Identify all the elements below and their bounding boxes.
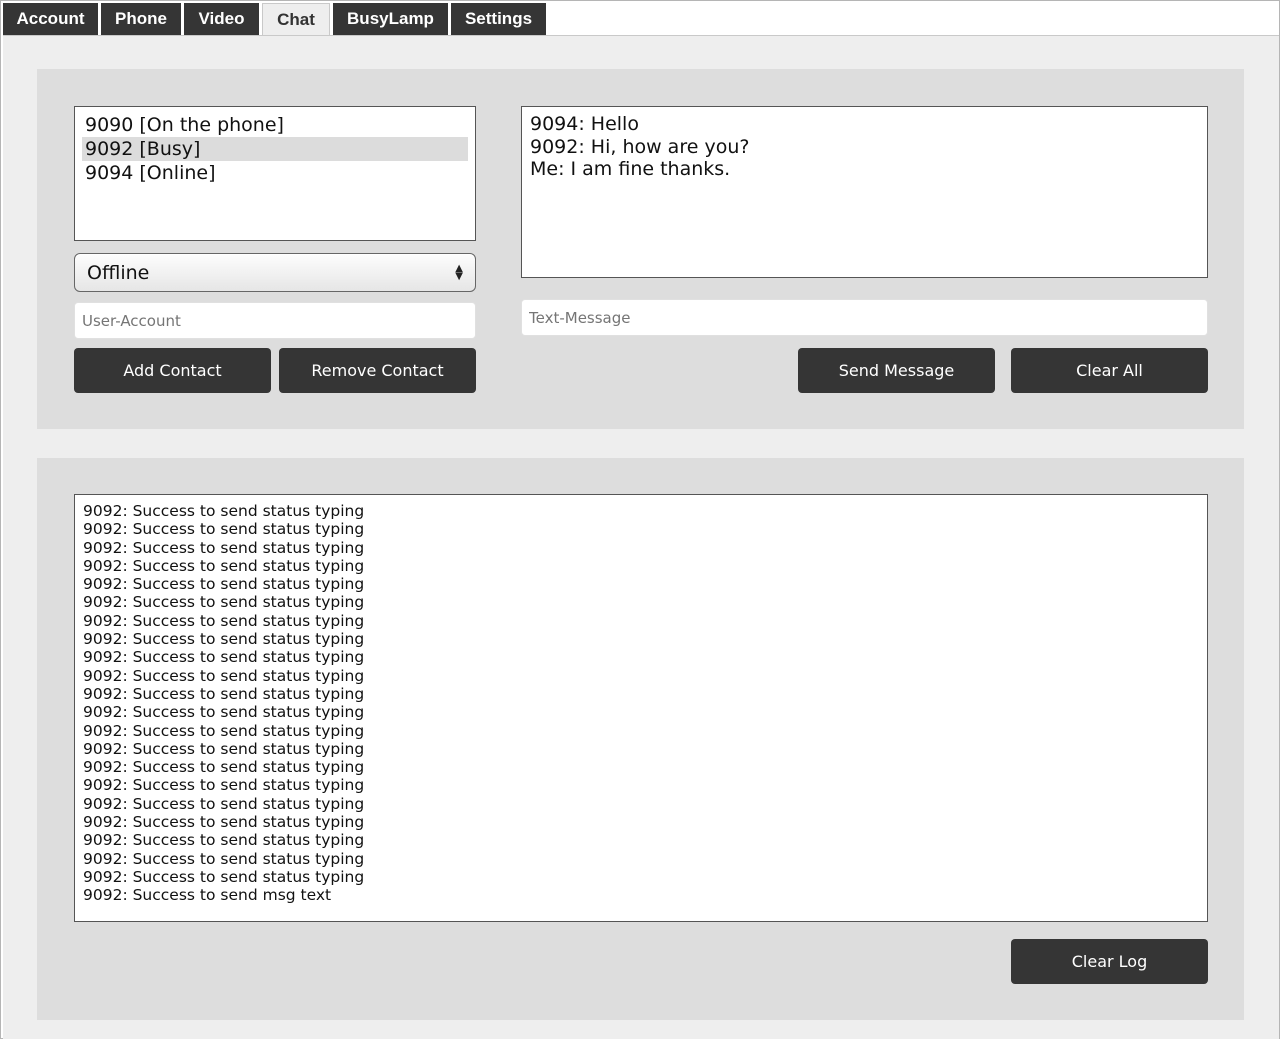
log-line: 9092: Success to send msg text [83,886,332,905]
chat-message: 9092: Hi, how are you? [530,135,750,158]
remove-contact-button[interactable]: Remove Contact [279,348,476,393]
log-line: 9092: Success to send status typing [83,776,365,795]
contact-item[interactable]: 9090 [On the phone] [82,113,468,137]
tab-busylamp[interactable]: BusyLamp [333,3,448,35]
log-line: 9092: Success to send status typing [83,611,365,630]
contact-list[interactable]: 9090 [On the phone] 9092 [Busy] 9094 [On… [74,106,476,241]
log-line: 9092: Success to send status typing [83,813,365,832]
tab-video[interactable]: Video [184,3,259,35]
log-line: 9092: Success to send status typing [83,575,365,594]
clear-all-button[interactable]: Clear All [1011,348,1208,393]
log-line: 9092: Success to send status typing [83,648,365,667]
text-message-input[interactable] [521,299,1208,336]
status-select[interactable]: Offline ▲ ▼ [74,253,476,292]
log-output[interactable]: 9092: Success to send status typing 9092:… [74,494,1208,922]
log-line: 9092: Success to send status typing [83,520,365,539]
contact-item[interactable]: 9094 [Online] [82,161,468,185]
log-line: 9092: Success to send status typing [83,867,365,886]
log-line: 9092: Success to send status typing [83,666,365,685]
chat-message: Me: I am fine thanks. [530,158,731,180]
log-line: 9092: Success to send status typing [83,538,365,557]
log-line: 9092: Success to send status typing [83,739,365,758]
app-window: Account Phone Video Chat BusyLamp Settin… [0,0,1280,1039]
log-line: 9092: Success to send status typing [83,630,365,649]
clear-log-button[interactable]: Clear Log [1011,939,1208,984]
tab-chat[interactable]: Chat [262,3,330,36]
tab-bar: Account Phone Video Chat BusyLamp Settin… [3,3,549,36]
log-line: 9092: Success to send status typing [83,556,365,575]
contact-item[interactable]: 9092 [Busy] [82,137,468,161]
log-line: 9092: Success to send status typing [83,831,365,850]
tab-phone[interactable]: Phone [101,3,181,35]
log-line: 9092: Success to send status typing [83,721,365,740]
user-account-input[interactable] [74,302,476,339]
log-line: 9092: Success to send status typing [83,849,365,868]
log-line: 9092: Success to send status typing [83,502,365,520]
log-line: 9092: Success to send status typing [83,703,365,722]
chat-history: 9094: Hello 9092: Hi, how are you? Me: I… [521,106,1208,278]
add-contact-button[interactable]: Add Contact [74,348,271,393]
log-line: 9092: Success to send status typing [83,758,365,777]
tab-account[interactable]: Account [3,3,98,35]
log-line: 9092: Success to send status typing [83,794,365,813]
status-select-value: Offline [87,261,150,284]
chat-message: 9094: Hello [530,113,639,135]
select-arrows-icon: ▲ ▼ [455,262,463,282]
send-message-button[interactable]: Send Message [798,348,995,393]
tab-settings[interactable]: Settings [451,3,546,35]
log-line: 9092: Success to send status typing [83,684,365,703]
log-line: 9092: Success to send status typing [83,593,365,612]
